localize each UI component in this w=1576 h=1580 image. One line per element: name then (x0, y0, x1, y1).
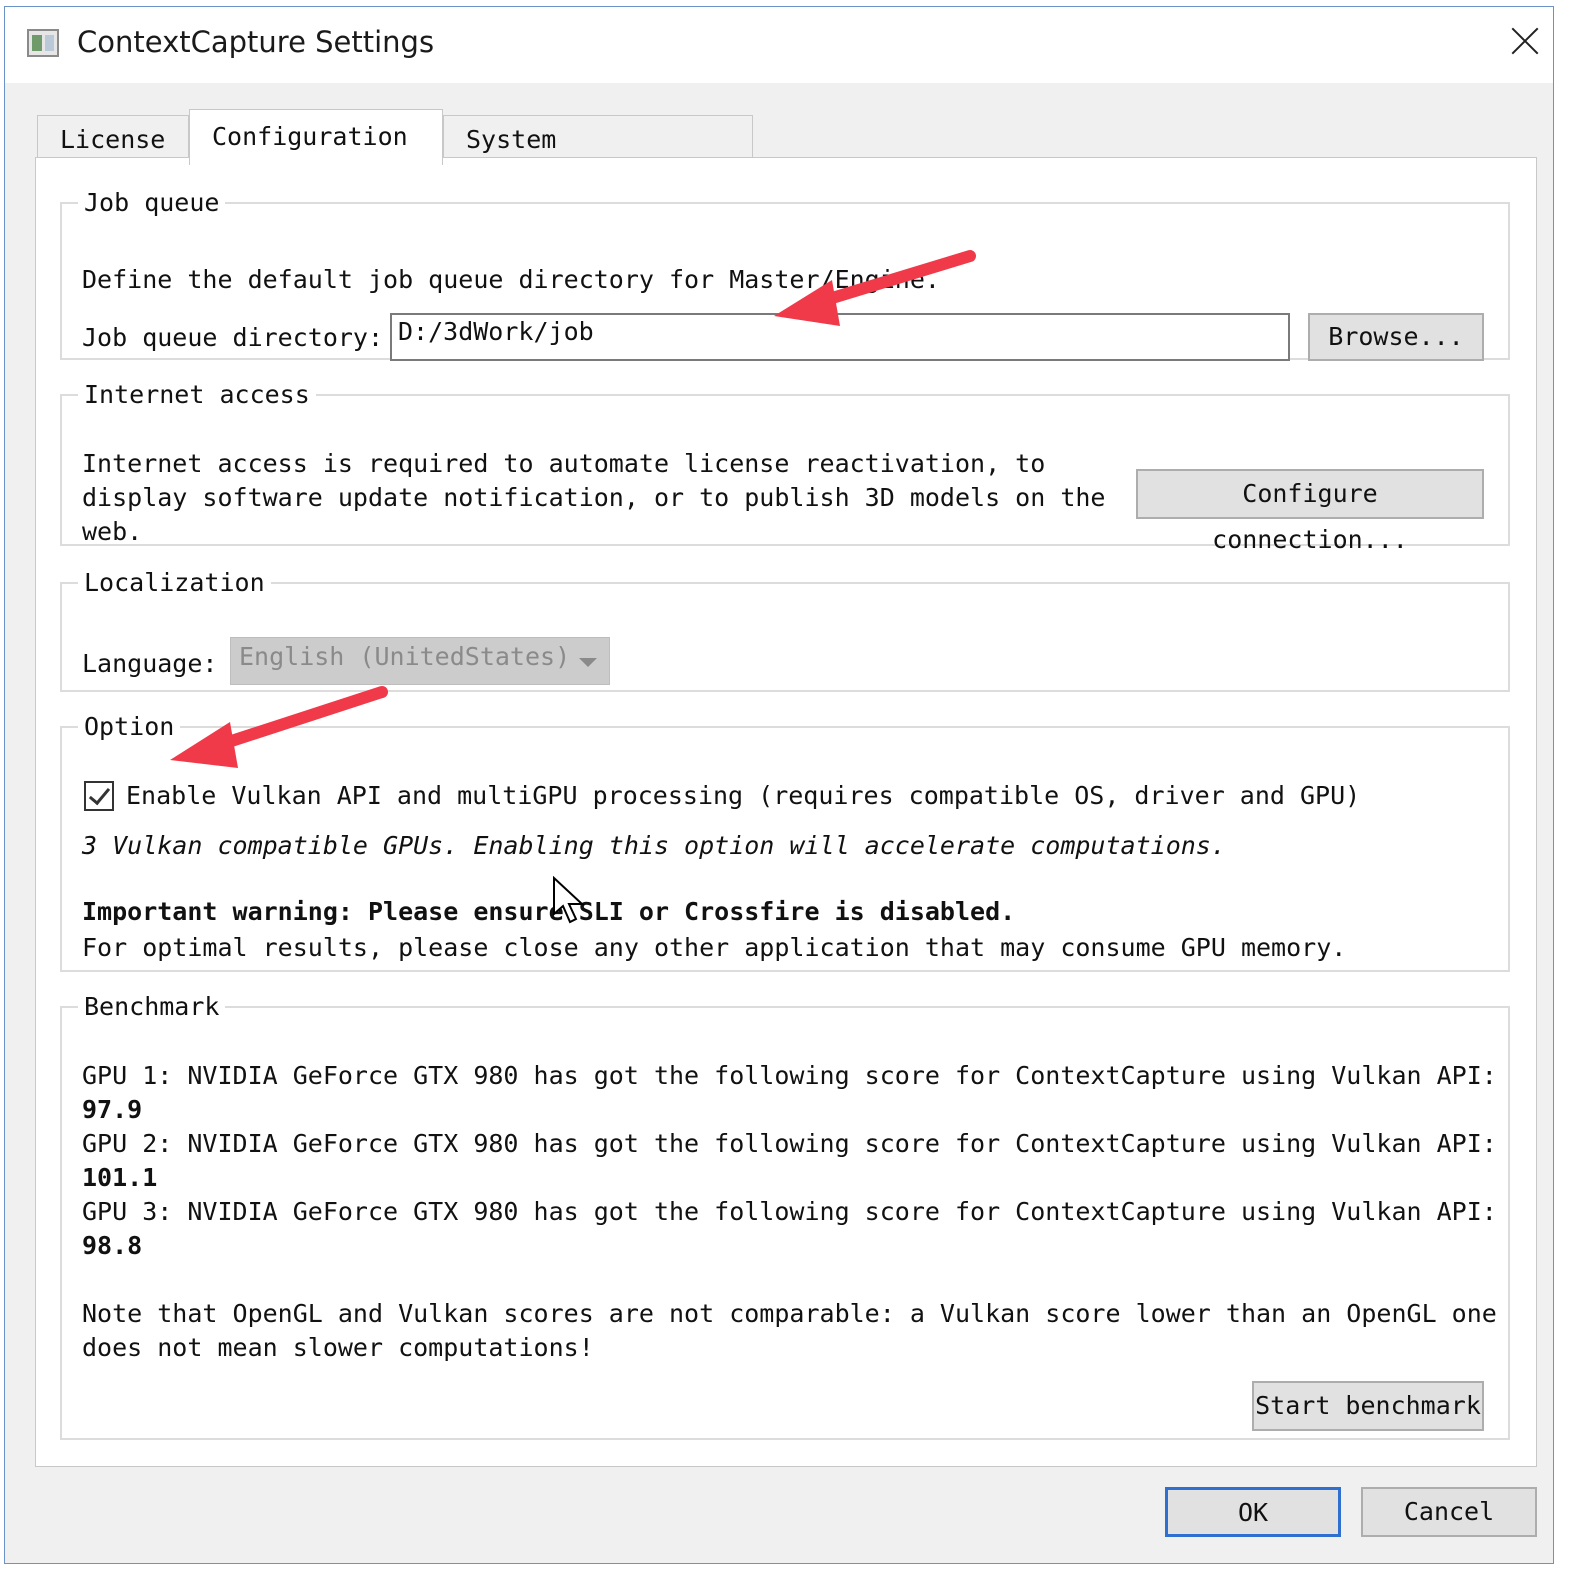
job-queue-dir-input[interactable]: D:/3dWork/job (390, 313, 1290, 361)
gpu1-score-line: GPU 1: NVIDIA GeForce GTX 980 has got th… (82, 1061, 1497, 1090)
vulkan-gpu-info: 3 Vulkan compatible GPUs. Enabling this … (82, 831, 1226, 860)
title-bar: ContextCapture Settings (5, 7, 1553, 83)
internet-desc-line1: Internet access is required to automate … (82, 449, 1046, 478)
tab-license[interactable]: License (37, 115, 189, 163)
language-select-value: English (UnitedStates) (239, 642, 571, 671)
benchmark-legend: Benchmark (84, 992, 220, 1021)
configure-connection-button[interactable]: Configure connection... (1136, 469, 1484, 554)
gpu-memory-note: For optimal results, please close any ot… (82, 933, 1347, 962)
browse-button[interactable]: Browse... (1308, 313, 1484, 361)
job-queue-legend: Job queue (84, 188, 220, 217)
internet-desc-line2: display software update notification, or… (82, 483, 1106, 512)
job-queue-dir-label: Job queue directory: (82, 323, 384, 352)
app-icon (27, 29, 59, 57)
gpu2-score-line: GPU 2: NVIDIA GeForce GTX 980 has got th… (82, 1129, 1497, 1158)
tab-configuration[interactable]: Configuration (189, 109, 443, 165)
configuration-panel: Job queue Define the default job queue d… (35, 157, 1537, 1467)
language-label: Language: (82, 649, 218, 678)
cancel-button[interactable]: Cancel (1361, 1487, 1537, 1537)
gpu1-score-value: 97.9 (82, 1095, 143, 1124)
close-icon[interactable] (1505, 21, 1545, 61)
tab-system-information[interactable]: System information (443, 115, 753, 202)
option-legend: Option (84, 712, 175, 741)
job-queue-group: Job queue Define the default job queue d… (60, 188, 1510, 361)
benchmark-note-line2: does not mean slower computations! (82, 1333, 594, 1362)
gpu2-score-value: 101.1 (82, 1163, 158, 1192)
chevron-down-icon (579, 658, 597, 667)
internet-desc-line3: web. (82, 517, 143, 546)
settings-dialog: ContextCapture Settings License Configur… (4, 6, 1554, 1564)
start-benchmark-button[interactable]: Start benchmark (1252, 1381, 1484, 1431)
sli-warning: Important warning: Please ensure SLI or … (82, 897, 1016, 926)
window-title: ContextCapture Settings (77, 25, 435, 59)
ok-button[interactable]: OK (1165, 1487, 1341, 1537)
gpu3-score-line: GPU 3: NVIDIA GeForce GTX 980 has got th… (82, 1197, 1497, 1226)
option-group: Option Enable Vulkan API and multiGPU pr… (60, 712, 1510, 972)
enable-vulkan-label[interactable]: Enable Vulkan API and multiGPU processin… (126, 781, 1360, 810)
enable-vulkan-checkbox[interactable] (84, 781, 114, 811)
localization-legend: Localization (84, 568, 265, 597)
language-select: English (UnitedStates) (230, 637, 610, 685)
benchmark-note-line1: Note that OpenGL and Vulkan scores are n… (82, 1299, 1497, 1328)
internet-access-legend: Internet access (84, 380, 310, 409)
internet-access-group: Internet access Internet access is requi… (60, 380, 1510, 554)
benchmark-group: Benchmark GPU 1: NVIDIA GeForce GTX 980 … (60, 992, 1510, 1440)
localization-group: Localization Language: English (UnitedSt… (60, 568, 1510, 692)
job-queue-description: Define the default job queue directory f… (82, 265, 940, 294)
gpu3-score-value: 98.8 (82, 1231, 143, 1260)
